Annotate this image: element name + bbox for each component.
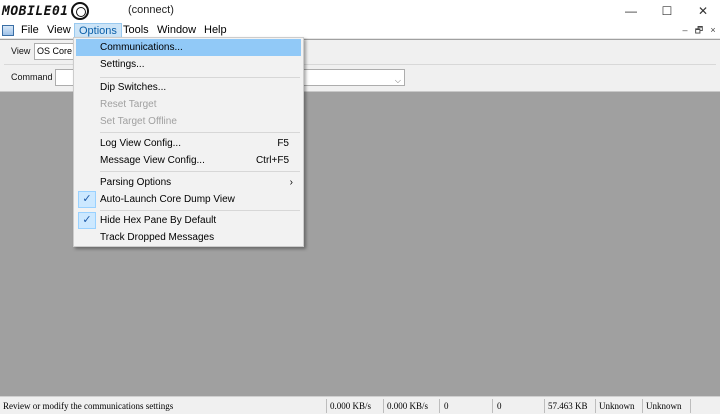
child-minimize-button[interactable]: – xyxy=(679,24,691,37)
status-divider xyxy=(642,399,643,413)
child-close-button[interactable]: × xyxy=(707,24,719,37)
menu-help[interactable]: Help xyxy=(200,23,231,38)
menu-item-label: Settings... xyxy=(100,59,145,70)
watermark-logo: MOBILE01 xyxy=(2,1,89,21)
status-count-a: 0 xyxy=(444,401,449,411)
menu-view[interactable]: View xyxy=(43,23,75,38)
menu-options[interactable]: Options xyxy=(74,23,122,38)
menu-tools[interactable]: Tools xyxy=(119,23,153,38)
status-field-a: Unknown xyxy=(599,401,635,411)
status-rate-out: 0.000 KB/s xyxy=(387,401,429,411)
view-label: View xyxy=(11,46,31,56)
view-combo[interactable]: OS Core D xyxy=(34,43,78,60)
view-combo-value: OS Core D xyxy=(37,46,78,56)
command-label: Command xyxy=(11,72,53,82)
menu-separator xyxy=(100,77,300,78)
status-count-b: 0 xyxy=(497,401,502,411)
title-bar: MOBILE01 (connect) — ☐ ✕ xyxy=(0,0,720,22)
child-restore-button[interactable]: 🗗 xyxy=(693,24,705,37)
menu-item-communications[interactable]: Communications... xyxy=(76,39,301,56)
close-button[interactable]: ✕ xyxy=(680,0,720,22)
menu-window[interactable]: Window xyxy=(153,23,200,38)
status-message: Review or modify the communications sett… xyxy=(3,401,174,411)
menu-item-label: Dip Switches... xyxy=(100,82,167,93)
logo-text: MOBILE01 xyxy=(2,3,69,19)
status-size: 57.463 KB xyxy=(548,401,588,411)
status-divider xyxy=(383,399,384,413)
chevron-down-icon[interactable]: ⌵ xyxy=(395,73,401,85)
status-divider xyxy=(690,399,691,413)
status-divider xyxy=(492,399,493,413)
status-field-b: Unknown xyxy=(646,401,682,411)
status-rate-in: 0.000 KB/s xyxy=(330,401,372,411)
logo-badge-icon xyxy=(70,2,89,20)
menu-item-settings[interactable]: Settings... xyxy=(76,56,301,73)
status-divider xyxy=(595,399,596,413)
menu-file[interactable]: File xyxy=(17,23,43,38)
window-title: (connect) xyxy=(128,4,174,16)
app-icon[interactable] xyxy=(2,25,14,36)
status-bar: Review or modify the communications sett… xyxy=(0,396,720,414)
status-divider xyxy=(544,399,545,413)
workspace-area xyxy=(0,93,720,396)
status-divider xyxy=(326,399,327,413)
menu-item-label: Communications... xyxy=(100,42,183,53)
status-divider xyxy=(439,399,440,413)
